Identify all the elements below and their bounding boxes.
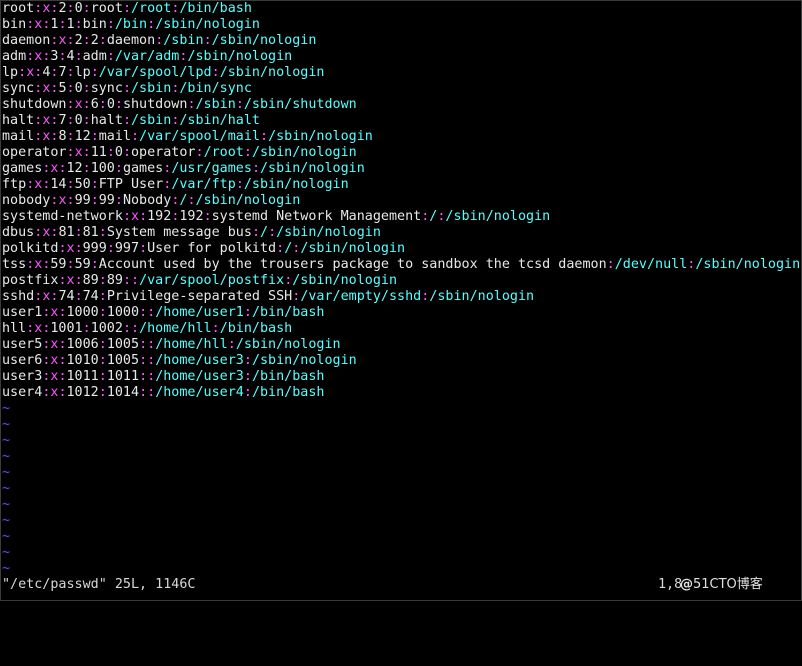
buffer-line[interactable]: postfix:x:89:89::/var/spool/postfix:/sbi…: [2, 273, 802, 289]
file-info: "/etc/passwd" 25L, 1146C: [2, 577, 196, 592]
buffer-line[interactable]: daemon:x:2:2:daemon:/sbin:/sbin/nologin: [2, 33, 802, 49]
buffer-line[interactable]: root:x:2:0:root:/root:/bin/bash: [2, 1, 802, 17]
empty-line-marker: ~: [2, 481, 11, 496]
buffer-line[interactable]: user4:x:1012:1014::/home/user4:/bin/bash: [2, 385, 802, 401]
buffer-line[interactable]: nobody:x:99:99:Nobody:/:/sbin/nologin: [2, 193, 802, 209]
buffer-line[interactable]: shutdown:x:6:0:shutdown:/sbin:/sbin/shut…: [2, 97, 802, 113]
buffer-line[interactable]: ftp:x:14:50:FTP User:/var/ftp:/sbin/nolo…: [2, 177, 802, 193]
cursor-position: 1,8: [658, 577, 683, 592]
buffer-line[interactable]: user5:x:1006:1005::/home/hll:/sbin/nolog…: [2, 337, 802, 353]
buffer-line[interactable]: user1:x:1000:1000::/home/user1:/bin/bash: [2, 305, 802, 321]
watermark: @51CTO博客: [680, 576, 763, 594]
watermark-logo-icon: @: [680, 577, 693, 592]
buffer-line[interactable]: sync:x:5:0:sync:/sbin:/bin/sync: [2, 81, 802, 97]
empty-line-marker: ~: [2, 417, 11, 432]
empty-line-marker: ~: [2, 433, 11, 448]
vim-terminal-window[interactable]: root:x:2:0:root:/root:/bin/bash bin:x:1:1…: [0, 0, 802, 601]
buffer-line[interactable]: systemd-network:x:192:192:systemd Networ…: [2, 209, 802, 225]
empty-line-marker: ~: [2, 513, 11, 528]
buffer-line[interactable]: user3:x:1011:1011::/home/user3:/bin/bash: [2, 369, 802, 385]
buffer-line[interactable]: lp:x:4:7:lp:/var/spool/lpd:/sbin/nologin: [2, 65, 802, 81]
empty-line-marker: ~: [2, 465, 11, 480]
buffer-line[interactable]: user6:x:1010:1005::/home/user3:/sbin/nol…: [2, 353, 802, 369]
empty-line-marker: ~: [2, 497, 11, 512]
empty-line-marker: ~: [2, 449, 11, 464]
buffer-line[interactable]: polkitd:x:999:997:User for polkitd:/:/sb…: [2, 241, 802, 257]
buffer-line[interactable]: operator:x:11:0:operator:/root:/sbin/nol…: [2, 145, 802, 161]
buffer-line[interactable]: halt:x:7:0:halt:/sbin:/sbin/halt: [2, 113, 802, 129]
status-line: "/etc/passwd" 25L, 1146C 1,8 @51CTO博客: [2, 576, 801, 594]
text-buffer[interactable]: root:x:2:0:root:/root:/bin/bash bin:x:1:1…: [2, 1, 802, 577]
buffer-line[interactable]: mail:x:8:12:mail:/var/spool/mail:/sbin/n…: [2, 129, 802, 145]
buffer-line[interactable]: hll:x:1001:1002::/home/hll:/bin/bash: [2, 321, 802, 337]
buffer-line[interactable]: adm:x:3:4:adm:/var/adm:/sbin/nologin: [2, 49, 802, 65]
empty-line-marker: ~: [2, 561, 11, 576]
buffer-line[interactable]: tss:x:59:59:Account used by the trousers…: [2, 257, 802, 273]
buffer-line[interactable]: sshd:x:74:74:Privilege-separated SSH:/va…: [2, 289, 802, 305]
buffer-line[interactable]: dbus:x:81:81:System message bus:/:/sbin/…: [2, 225, 802, 241]
empty-line-marker: ~: [2, 529, 11, 544]
buffer-line[interactable]: games:x:12:100:games:/usr/games:/sbin/no…: [2, 161, 802, 177]
watermark-text: 51CTO博客: [693, 577, 763, 592]
buffer-line[interactable]: bin:x:1:1:bin:/bin:/sbin/nologin: [2, 17, 802, 33]
empty-line-marker: ~: [2, 545, 11, 560]
empty-line-marker: ~: [2, 401, 11, 416]
